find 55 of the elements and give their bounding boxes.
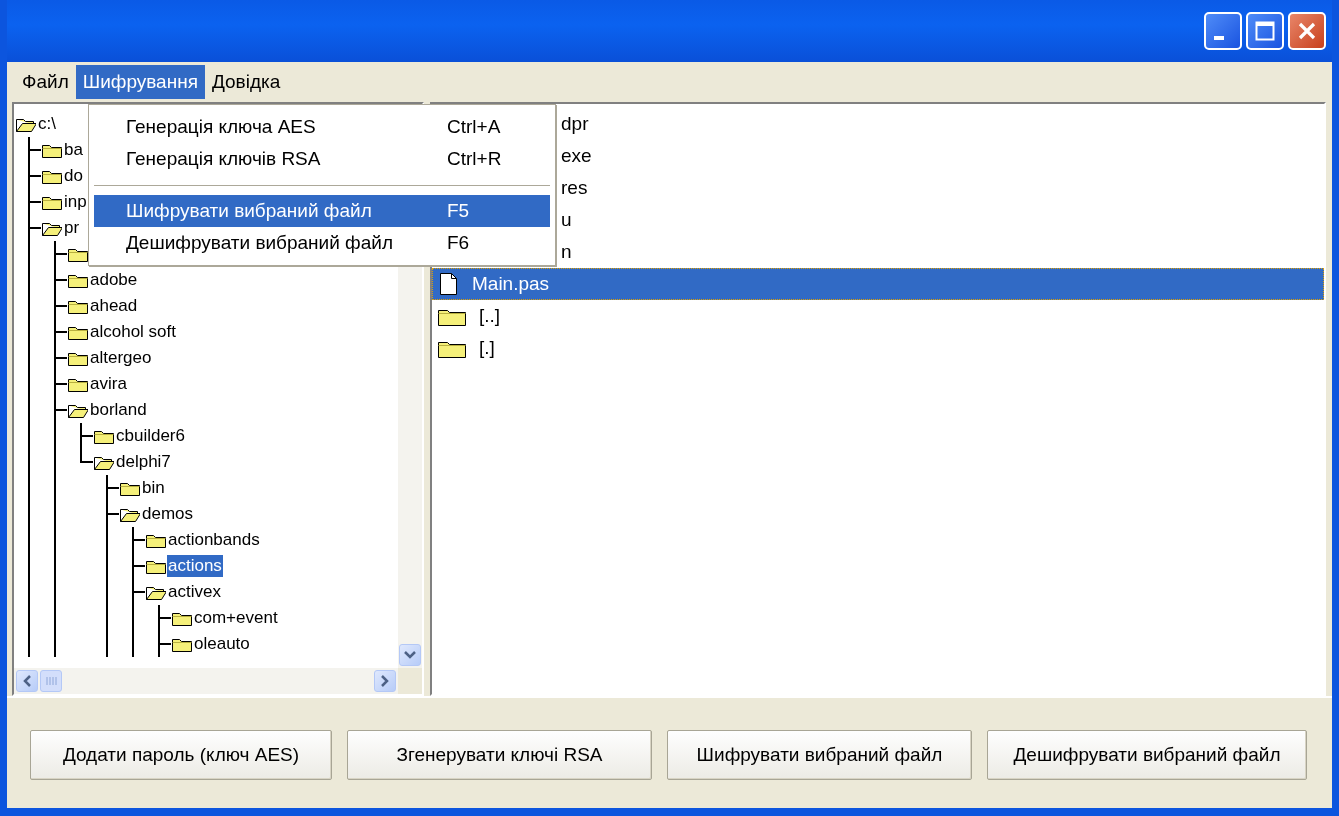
file-item[interactable]: u — [559, 209, 574, 231]
tree-item[interactable]: pr — [63, 217, 81, 239]
grip-icon — [45, 676, 57, 686]
file-item[interactable]: res — [559, 177, 590, 199]
menu-item[interactable]: Шифрування — [75, 65, 205, 99]
chevron-right-icon — [380, 674, 390, 688]
file-item[interactable]: dpr — [559, 113, 591, 135]
tree-item[interactable]: delphi7 — [115, 451, 172, 473]
menu-item[interactable]: Генерація ключа AES Ctrl+A — [94, 111, 550, 143]
tree-item[interactable]: activex — [167, 581, 222, 603]
tree-item[interactable]: alcohol soft — [89, 321, 177, 343]
file-icon — [438, 272, 460, 296]
tree-item[interactable]: avira — [89, 373, 128, 395]
file-item[interactable]: [..] — [477, 305, 503, 327]
scroll-down-button[interactable] — [399, 644, 421, 666]
tree-item[interactable]: altergeo — [89, 347, 153, 369]
tree-item[interactable]: ahead — [89, 295, 139, 317]
minimize-icon — [1214, 36, 1224, 40]
menu-item[interactable]: Генерація ключів RSA Ctrl+R — [94, 143, 550, 175]
tree-item[interactable]: cbuilder6 — [115, 425, 186, 447]
tree-item[interactable]: demos — [141, 503, 195, 525]
chevron-down-icon — [403, 650, 417, 660]
tree-item[interactable]: actions — [167, 555, 223, 577]
tree-item[interactable]: bin — [141, 477, 166, 499]
file-item[interactable]: n — [559, 241, 574, 263]
tree-item[interactable]: borland — [89, 399, 148, 421]
tree-item[interactable]: inp — [63, 191, 88, 213]
action-button[interactable]: Дешифрувати вибраний файл — [987, 730, 1307, 780]
menu-item[interactable]: Дешифрувати вибраний файл F6 — [94, 227, 550, 259]
tree-item[interactable]: c:\ — [37, 113, 57, 135]
close-button[interactable] — [1288, 12, 1326, 50]
tree-item[interactable]: oleauto — [193, 633, 251, 655]
scroll-right-button[interactable] — [374, 670, 396, 692]
file-item[interactable]: [.] — [477, 337, 497, 359]
file-item[interactable]: Main.pas — [470, 273, 552, 295]
tree-item[interactable]: ba — [63, 139, 84, 161]
tree-item[interactable]: com+event — [193, 607, 279, 629]
maximize-icon — [1253, 19, 1277, 43]
tree-item[interactable]: adobe — [89, 269, 139, 291]
scrollbar-corner — [398, 668, 422, 694]
action-button[interactable]: Додати пароль (ключ AES) — [30, 730, 332, 780]
menu-item[interactable]: Довідка — [204, 65, 288, 99]
tree-item[interactable]: actionbands — [167, 529, 261, 551]
maximize-button[interactable] — [1246, 12, 1284, 50]
horizontal-scrollbar[interactable] — [14, 668, 398, 694]
action-button[interactable]: Згенерувати ключі RSA — [347, 730, 652, 780]
menu-item[interactable]: Файл — [15, 65, 76, 99]
scroll-thumb[interactable] — [40, 670, 62, 692]
scroll-left-button[interactable] — [16, 670, 38, 692]
file-item[interactable]: exe — [559, 145, 594, 167]
minimize-button[interactable] — [1204, 12, 1242, 50]
menu-item[interactable]: Шифрувати вибраний файл F5 — [94, 195, 550, 227]
tree-item[interactable]: do — [63, 165, 84, 187]
action-button[interactable]: Шифрувати вибраний файл — [667, 730, 972, 780]
chevron-left-icon — [22, 674, 32, 688]
